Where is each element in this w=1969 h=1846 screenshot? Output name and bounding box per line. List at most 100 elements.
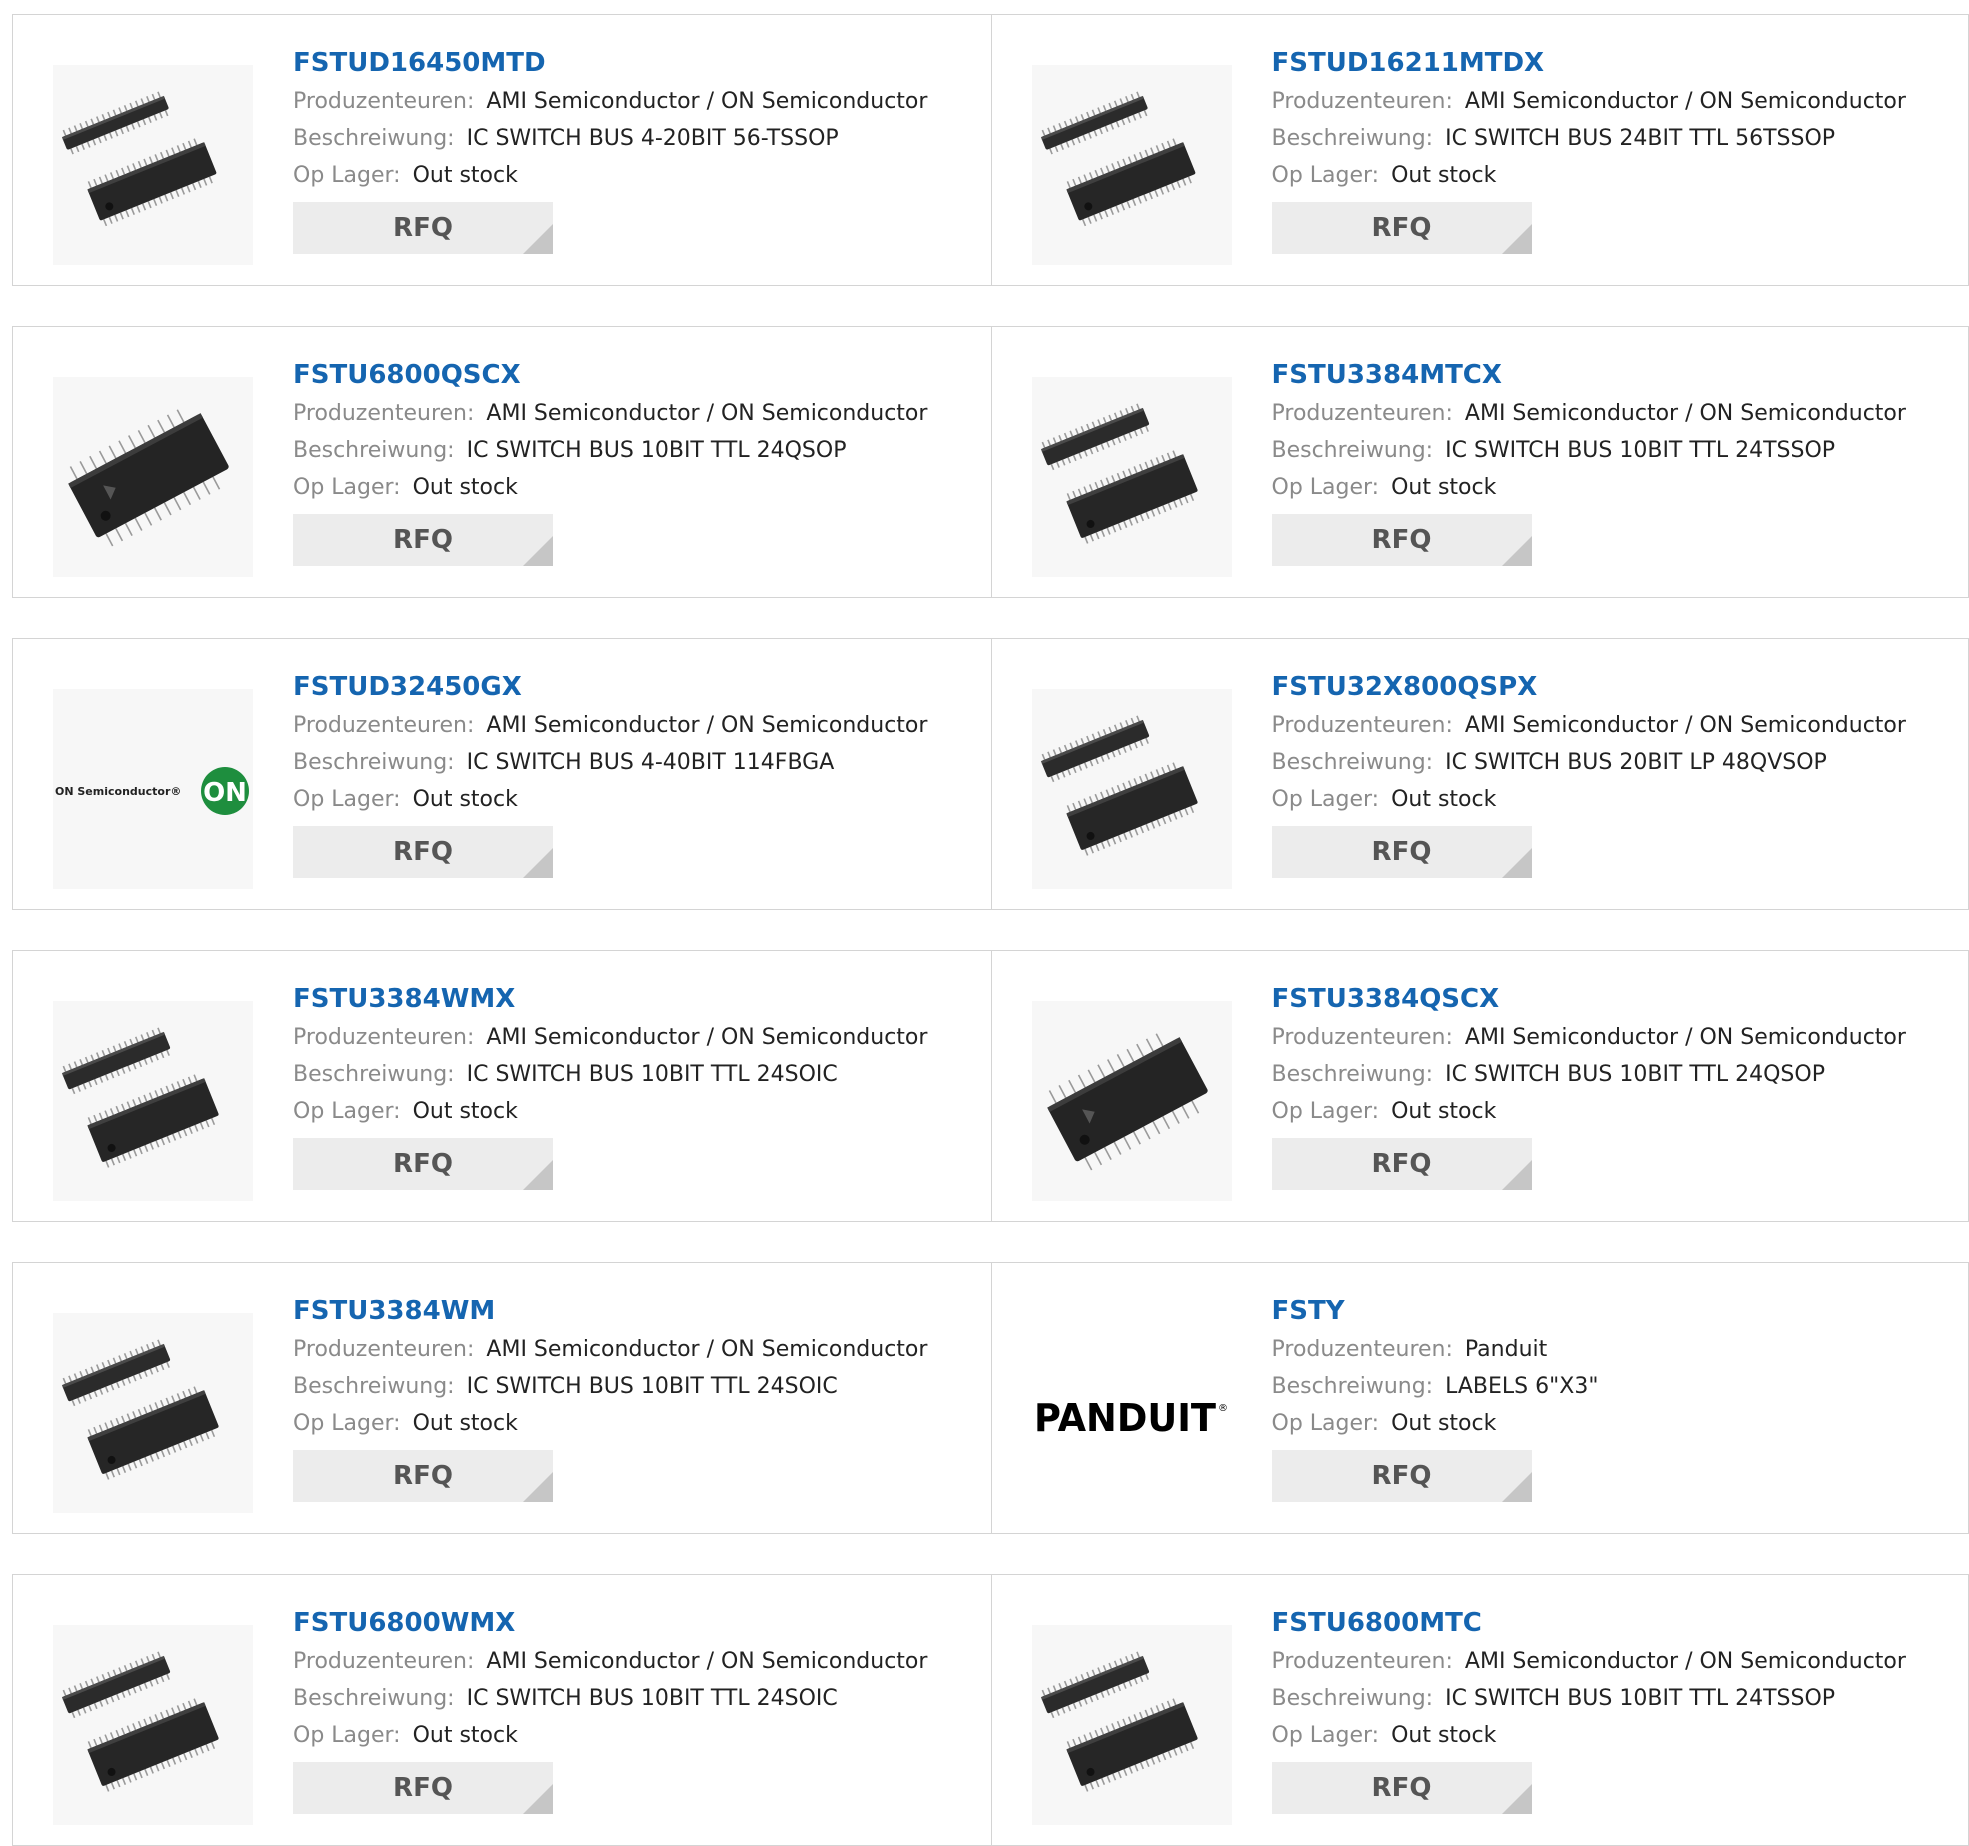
manufacturer-row: Produzenteuren: AMI Semiconductor / ON Se… [293,395,981,432]
product-row: FSTU6800WMX Produzenteuren: AMI Semicondu… [12,1574,1969,1846]
manufacturer-row: Produzenteuren: AMI Semiconductor / ON Se… [293,1331,981,1368]
rfq-button[interactable]: RFQ [293,826,553,878]
soic-chip-pair[interactable] [1031,377,1232,577]
soic-chip-pair[interactable] [53,1625,253,1825]
product-card: FSTUD16211MTDX Produzenteuren: AMI Semico… [990,15,1969,285]
manufacturer-row: Produzenteuren: AMI Semiconductor / ON Se… [293,83,981,120]
part-number-link[interactable]: FSTU6800WMX [293,1605,981,1643]
soic-chip-pair[interactable] [53,1313,253,1513]
qsop-chip[interactable] [1031,1001,1232,1201]
rfq-button[interactable]: RFQ [293,1138,553,1190]
stock-row: Op Lager: Out stock [293,781,981,818]
rfq-button[interactable]: RFQ [1271,1450,1532,1502]
part-number-link[interactable]: FSTU32X800QSPX [1272,669,1959,707]
rfq-button[interactable]: RFQ [1271,514,1532,566]
soic-chip-pair[interactable] [1031,1625,1232,1825]
stock-row: Op Lager: Out stock [1272,1405,1959,1442]
manufacturer-row: Produzenteuren: AMI Semiconductor / ON Se… [1272,1643,1959,1680]
rfq-button-label: RFQ [1371,837,1432,867]
panduit-logo[interactable]: PANDUIT ® [1031,1313,1232,1513]
tssop-chip-pair[interactable] [53,65,253,265]
description-label: Beschreiwung: [1271,1374,1434,1399]
manufacturer-label: Produzenteuren: [293,1337,475,1362]
description-row: Beschreiwung: IC SWITCH BUS 10BIT TTL 24T… [1272,1680,1959,1717]
product-info: FSTU3384QSCX Produzenteuren: AMI Semicond… [1271,981,1959,1190]
manufacturer-value: Panduit [1464,1337,1548,1362]
rfq-button[interactable]: RFQ [293,1762,553,1814]
stock-label: Op Lager: [1271,475,1380,500]
rfq-button[interactable]: RFQ [293,514,553,566]
rfq-corner-decoration [523,848,553,878]
part-number-link[interactable]: FSTU3384WM [293,1293,981,1331]
rfq-button[interactable]: RFQ [1271,826,1532,878]
tssop-chip-pair[interactable] [1031,65,1232,265]
product-row: FSTU3384WMX Produzenteuren: AMI Semicondu… [12,950,1969,1222]
stock-value: Out stock [412,475,518,500]
stock-value: Out stock [1391,475,1497,500]
manufacturer-label: Produzenteuren: [293,713,475,738]
part-number-link[interactable]: FSTU6800QSCX [293,357,981,395]
rfq-button[interactable]: RFQ [293,1450,553,1502]
description-value: IC SWITCH BUS 10BIT TTL 24SOIC [466,1686,838,1711]
description-value: IC SWITCH BUS 10BIT TTL 24TSSOP [1445,1686,1836,1711]
rfq-corner-decoration [523,1472,553,1502]
product-row: FSTUD16450MTD Produzenteuren: AMI Semicon… [12,14,1969,286]
on-semiconductor-logo-graphic: ON Semiconductor® ON [55,767,249,815]
manufacturer-row: Produzenteuren: AMI Semiconductor / ON Se… [293,1643,981,1680]
rfq-corner-decoration [523,536,553,566]
on-semiconductor-logo[interactable]: ON Semiconductor® ON [53,689,253,889]
manufacturer-row: Produzenteuren: AMI Semiconductor / ON Se… [1272,1019,1959,1056]
soic-chip-pair[interactable] [53,1001,253,1201]
product-info: FSTU3384WM Produzenteuren: AMI Semiconduc… [293,1293,981,1502]
part-number-link[interactable]: FSTU3384MTCX [1272,357,1959,395]
stock-value: Out stock [412,163,518,188]
product-info: FSTUD32450GX Produzenteuren: AMI Semicond… [293,669,981,878]
product-info: FSTU32X800QSPX Produzenteuren: AMI Semico… [1271,669,1959,878]
manufacturer-row: Produzenteuren: AMI Semiconductor / ON Se… [293,707,981,744]
product-card: FSTU3384QSCX Produzenteuren: AMI Semicond… [990,951,1969,1221]
stock-value: Out stock [1391,787,1497,812]
manufacturer-label: Produzenteuren: [1271,1025,1453,1050]
qsop-chip-graphic [68,409,229,547]
description-value: IC SWITCH BUS 20BIT LP 48QVSOP [1445,750,1827,775]
rfq-button-label: RFQ [1371,213,1432,243]
part-number-link[interactable]: FSTY [1272,1293,1959,1331]
stock-value: Out stock [1391,1099,1497,1124]
rfq-button[interactable]: RFQ [293,202,553,254]
description-value: IC SWITCH BUS 10BIT TTL 24SOIC [466,1374,838,1399]
description-row: Beschreiwung: IC SWITCH BUS 10BIT TTL 24S… [293,1056,981,1093]
rfq-button[interactable]: RFQ [1271,1138,1532,1190]
product-card: FSTU6800WMX Produzenteuren: AMI Semicondu… [13,1575,991,1845]
part-number-link[interactable]: FSTU3384QSCX [1272,981,1959,1019]
manufacturer-label: Produzenteuren: [293,1025,475,1050]
on-semiconductor-wordmark: ON Semiconductor® [55,785,181,798]
description-label: Beschreiwung: [293,1686,455,1711]
qsop-chip[interactable] [53,377,253,577]
description-label: Beschreiwung: [293,126,455,151]
part-number-link[interactable]: FSTUD32450GX [293,669,981,707]
product-info: FSTU6800QSCX Produzenteuren: AMI Semicond… [293,357,981,566]
svg-text:PANDUIT: PANDUIT [1034,1396,1216,1440]
stock-row: Op Lager: Out stock [293,157,981,194]
part-number-link[interactable]: FSTU3384WMX [293,981,981,1019]
description-row: Beschreiwung: LABELS 6"X3" [1272,1368,1959,1405]
soic-chip-pair-graphic [1040,403,1198,544]
description-label: Beschreiwung: [293,438,455,463]
manufacturer-label: Produzenteuren: [1271,1337,1453,1362]
stock-value: Out stock [412,1099,518,1124]
manufacturer-label: Produzenteuren: [293,1649,475,1674]
rfq-button-label: RFQ [1371,525,1432,555]
part-number-link[interactable]: FSTUD16450MTD [293,45,981,83]
stock-row: Op Lager: Out stock [293,1093,981,1130]
manufacturer-value: AMI Semiconductor / ON Semiconductor [1464,1025,1906,1050]
manufacturer-value: AMI Semiconductor / ON Semiconductor [1464,401,1906,426]
soic-chip-pair-graphic [61,1027,219,1168]
product-info: FSTU3384WMX Produzenteuren: AMI Semicondu… [293,981,981,1190]
rfq-button[interactable]: RFQ [1271,1762,1532,1814]
part-number-link[interactable]: FSTU6800MTC [1272,1605,1959,1643]
product-card: FSTU32X800QSPX Produzenteuren: AMI Semico… [990,639,1969,909]
stock-label: Op Lager: [1271,1411,1380,1436]
soic-chip-pair[interactable] [1031,689,1232,889]
rfq-button[interactable]: RFQ [1271,202,1532,254]
part-number-link[interactable]: FSTUD16211MTDX [1272,45,1959,83]
